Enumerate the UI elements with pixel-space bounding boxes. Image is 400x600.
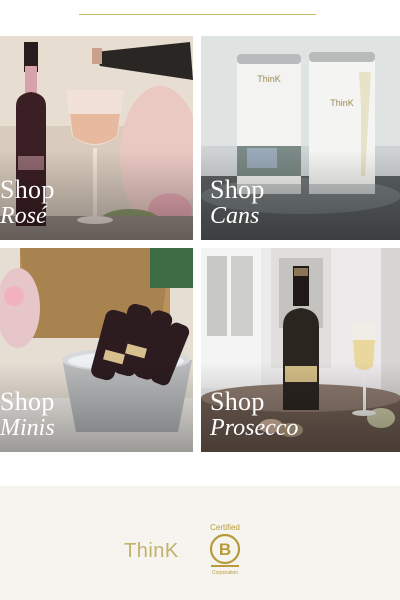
tile-label: Shop Prosecco	[210, 387, 299, 441]
category-text: Cans	[210, 203, 260, 229]
bcorp-letter: B	[219, 540, 231, 559]
shop-text: Shop	[0, 175, 55, 204]
shop-prosecco-tile[interactable]: Shop Prosecco	[201, 248, 400, 452]
shop-minis-tile[interactable]: Shop Minis	[0, 248, 193, 452]
brand-text: ThinK	[124, 540, 179, 562]
svg-text:ThinK: ThinK	[257, 74, 281, 84]
category-text: Minis	[0, 415, 55, 441]
tile-label: Shop Cans	[210, 175, 265, 229]
category-text: Rosé	[0, 203, 47, 229]
footer	[0, 486, 400, 600]
bcorp-corporation-text: Corporation	[211, 570, 239, 576]
tile-label: Shop Rosé	[0, 175, 55, 229]
shop-text: Shop	[210, 387, 265, 416]
bcorp-badge: Certified B Corporation	[204, 523, 246, 581]
bcorp-logo-icon: B	[209, 534, 241, 567]
category-text: Prosecco	[210, 415, 299, 441]
shop-rose-tile[interactable]: Shop Rosé	[0, 36, 193, 240]
tile-label: Shop Minis	[0, 387, 55, 441]
think-logo[interactable]: ThinK	[124, 530, 188, 574]
shop-text: Shop	[0, 387, 55, 416]
bcorp-certified-text: Certified	[210, 523, 240, 532]
header-divider	[79, 14, 316, 15]
category-grid: Shop Rosé ThinK ThinK Shop Cans Shop Min…	[0, 36, 400, 452]
shop-cans-tile[interactable]: ThinK ThinK Shop Cans	[201, 36, 400, 240]
shop-text: Shop	[210, 175, 265, 204]
svg-text:ThinK: ThinK	[330, 98, 354, 108]
